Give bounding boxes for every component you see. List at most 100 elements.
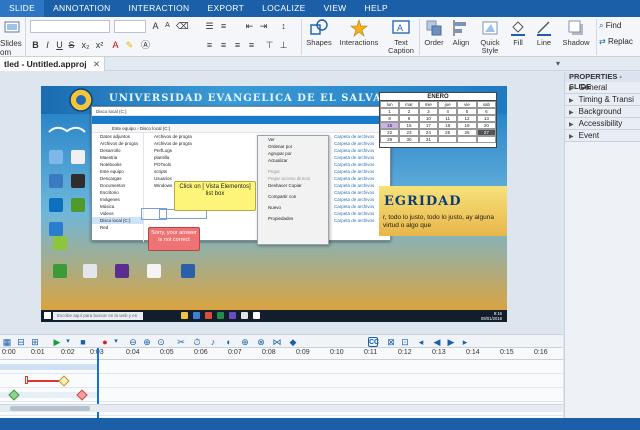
properties-item-event[interactable]: ▶ Event [565, 130, 640, 142]
close-icon[interactable]: ✕ [93, 59, 100, 69]
highlight-icon[interactable]: ✎ [124, 39, 135, 51]
nav-item[interactable]: Notebooks [92, 161, 143, 168]
context-menu-item[interactable]: Agrupar por [258, 150, 328, 157]
play-icon[interactable]: ▶ [52, 337, 62, 347]
keyframe-marker[interactable] [58, 375, 70, 387]
slide[interactable]: UNIVERSIDAD EVANGELICA DE EL SALVADOR Di… [41, 86, 507, 322]
menu-localize[interactable]: LOCALIZE [253, 0, 315, 17]
menu-slide[interactable]: SLIDE [0, 0, 45, 17]
nav-item[interactable]: Descargas [92, 175, 143, 182]
taskbar-search[interactable]: Escribe aquí para buscar en la web y en … [53, 312, 143, 322]
taskbar-app-icon[interactable] [205, 312, 212, 319]
nav-item[interactable]: Datos adjuntos [92, 133, 143, 140]
nav-item[interactable]: Archivos de progra [92, 140, 143, 147]
replace-button[interactable]: ⇄ Replac [599, 37, 633, 46]
taskbar-app-icon[interactable] [181, 312, 188, 319]
align-right-icon[interactable]: ≡ [232, 39, 243, 51]
nav-item[interactable]: Música [92, 203, 143, 210]
desktop-icon[interactable] [115, 264, 129, 278]
file-explorer-window[interactable]: Disco local (C:) Este equipo › Disco loc… [91, 106, 391, 245]
fill-button[interactable]: Fill [506, 19, 530, 57]
nav-item[interactable]: Maestria [92, 154, 143, 161]
taskbar-app-icon[interactable] [241, 312, 248, 319]
context-menu-item[interactable]: Propiedades [258, 215, 328, 222]
nav-item[interactable]: Desarrollo [92, 147, 143, 154]
underline-icon[interactable]: U [54, 39, 65, 51]
desktop-icon[interactable] [49, 150, 63, 164]
font-family-select[interactable] [30, 20, 110, 33]
desktop-icon[interactable] [53, 236, 67, 250]
keyframe-marker[interactable] [25, 376, 28, 384]
justify-icon[interactable]: ≡ [246, 39, 257, 51]
tab-overflow-icon[interactable]: ▾ [556, 59, 560, 68]
timeline-ruler[interactable]: 0:00 0:01 0:02 0:03 0:04 0:05 0:06 0:07 … [0, 348, 563, 360]
line-spacing-icon[interactable]: ↕ [278, 20, 289, 32]
first-frame-icon[interactable]: ◂ [416, 337, 426, 347]
context-menu-item[interactable]: Pegar acceso directo [258, 175, 328, 182]
properties-item-general[interactable]: ▶ General [565, 82, 640, 94]
file-item[interactable]: Archivos de progra [146, 140, 216, 147]
menu-annotation[interactable]: ANNOTATION [44, 0, 119, 17]
play-dropdown-icon[interactable]: ▾ [63, 337, 73, 347]
context-menu-item[interactable]: Nuevo [258, 204, 328, 211]
valign-middle-icon[interactable]: ⊥ [278, 39, 289, 51]
document-tab[interactable]: tled - Untitled.approj ✕ [0, 57, 106, 71]
hint-callout[interactable]: Click on [ Vista Elementos] list box [174, 181, 256, 211]
zoom-out-icon[interactable]: ⊖ [128, 337, 138, 347]
superscript-icon[interactable]: x² [94, 39, 105, 51]
nav-item[interactable]: Red [92, 224, 143, 231]
context-menu-item[interactable]: Ver [258, 136, 328, 143]
grow-font-icon[interactable]: A [150, 20, 161, 32]
clear-format-icon[interactable]: ⌫ [176, 20, 189, 32]
valign-top-icon[interactable]: ⊤ [264, 39, 275, 51]
insert-icon[interactable]: ⊕ [240, 337, 250, 347]
timeline-fit-icon[interactable]: ⊞ [30, 337, 40, 347]
explorer-address-bar[interactable]: Este equipo › Disco local (C:) [92, 124, 390, 133]
context-menu-item[interactable]: Compartir con [258, 193, 328, 200]
taskbar-app-icon[interactable] [217, 312, 224, 319]
slides-zoom-button[interactable]: Slides om [0, 17, 26, 57]
italic-icon[interactable]: I [42, 39, 53, 51]
nav-item[interactable]: Disco local (C:) [92, 217, 143, 224]
context-menu-item[interactable]: Ordenar por [258, 143, 328, 150]
desktop-icon[interactable] [49, 198, 63, 212]
desktop-icon[interactable] [83, 264, 97, 278]
desktop-icon[interactable] [71, 198, 85, 212]
delete-icon[interactable]: ⊗ [256, 337, 266, 347]
strikethrough-icon[interactable]: S [66, 39, 77, 51]
desktop-icon[interactable] [71, 174, 85, 188]
nav-item[interactable]: Imágenes [92, 196, 143, 203]
align-button[interactable]: Align [449, 19, 473, 57]
font-color-icon[interactable]: A [110, 39, 121, 51]
record-dropdown-icon[interactable]: ▾ [111, 337, 121, 347]
timeline-split-icon[interactable]: ⊟ [16, 337, 26, 347]
volume-icon[interactable]: ♪ [208, 337, 218, 347]
bold-icon[interactable]: B [30, 39, 41, 51]
font-size-select[interactable] [114, 20, 146, 33]
order-button[interactable]: Order [421, 19, 447, 57]
track-bar[interactable] [0, 364, 98, 370]
file-item[interactable]: POTools [146, 161, 216, 168]
context-menu-item[interactable]: Pegar [258, 168, 328, 175]
properties-item-timing[interactable]: ▶ Timing & Transi [565, 94, 640, 106]
outdent-icon[interactable]: ⇤ [244, 20, 255, 32]
timeline-mode-icon[interactable]: ▦ [2, 337, 12, 347]
number-list-icon[interactable]: ≡ [218, 20, 229, 32]
file-item[interactable]: Archivos de progra [146, 133, 216, 140]
menu-help[interactable]: HELP [356, 0, 397, 17]
properties-item-accessibility[interactable]: ▶ Accessibility [565, 118, 640, 130]
interactions-button[interactable]: Interactions [336, 19, 382, 57]
desktop-icon[interactable] [71, 150, 85, 164]
find-button[interactable]: ⌕ Find [599, 21, 621, 31]
properties-item-background[interactable]: ▶ Background [565, 106, 640, 118]
taskbar-app-icon[interactable] [193, 312, 200, 319]
timeline-track[interactable] [0, 360, 563, 374]
desktop-icon[interactable] [49, 222, 63, 236]
nav-item[interactable]: Este equipo [92, 168, 143, 175]
failure-callout[interactable]: Sorry, your answer is not correct [148, 227, 200, 251]
taskbar-app-icon[interactable] [229, 312, 236, 319]
desktop-icon[interactable] [147, 264, 161, 278]
file-item[interactable]: plantilla [146, 154, 216, 161]
file-item[interactable]: PerfLogs [146, 147, 216, 154]
trim-icon[interactable]: ✂ [176, 337, 186, 347]
